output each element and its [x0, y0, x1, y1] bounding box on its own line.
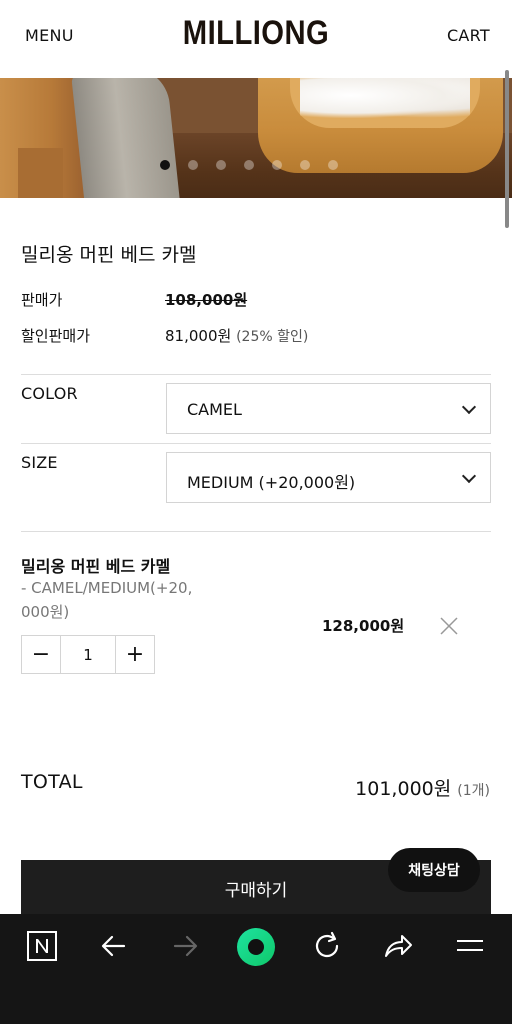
total-label: TOTAL [21, 771, 83, 793]
decrease-button[interactable]: − [22, 636, 60, 673]
carousel-dot[interactable] [160, 160, 170, 170]
chevron-down-icon [461, 468, 477, 484]
discount-rate: (25% 할인) [236, 329, 309, 345]
price-row: 판매가 108,000원 [21, 289, 491, 309]
share-icon[interactable] [382, 930, 414, 962]
selected-item-option: - CAMEL/MEDIUM(+20, 000원) [21, 576, 221, 624]
back-icon[interactable] [98, 930, 130, 962]
divider [21, 374, 491, 375]
total-value: 101,000원 (1개) [355, 774, 490, 801]
chevron-down-icon [461, 399, 477, 415]
size-label: SIZE [21, 453, 58, 472]
hamburger-icon[interactable] [454, 930, 486, 962]
quantity-stepper: − 1 + [21, 635, 155, 674]
product-image-carousel[interactable] [0, 78, 512, 198]
quantity-input[interactable]: 1 [60, 636, 116, 673]
selected-item-option-line: 000원) [21, 603, 70, 621]
carousel-dot[interactable] [216, 160, 226, 170]
blanket-graphic [70, 78, 181, 198]
cart-button[interactable]: CART [447, 26, 490, 45]
carousel-dot[interactable] [300, 160, 310, 170]
price-label: 판매가 [21, 291, 63, 309]
header: MENU MILLIONG CART [0, 0, 512, 78]
color-label: COLOR [21, 384, 78, 403]
carousel-dot[interactable] [188, 160, 198, 170]
dog-graphic [300, 78, 470, 118]
carousel-indicator [160, 160, 338, 172]
logo[interactable]: MILLIONG [36, 14, 476, 53]
carousel-dot[interactable] [244, 160, 254, 170]
selected-item-option-line: - CAMEL/MEDIUM(+20, [21, 579, 193, 597]
home-icon[interactable] [236, 927, 276, 967]
color-select[interactable]: CAMEL [166, 383, 491, 434]
sale-price-label: 할인판매가 [21, 327, 91, 345]
color-select-value: CAMEL [187, 400, 242, 419]
total-price: 101,000원 [355, 778, 452, 800]
size-select-value: MEDIUM (+20,000원) [187, 473, 356, 492]
scrollbar[interactable] [505, 70, 509, 228]
close-icon [440, 617, 458, 635]
original-price: 108,000원 [165, 291, 248, 309]
product-title: 밀리옹 머핀 베드 카멜 [21, 244, 197, 266]
item-price: 128,000원 [322, 617, 405, 635]
carousel-dot[interactable] [328, 160, 338, 170]
divider [21, 531, 491, 532]
increase-button[interactable]: + [116, 636, 154, 673]
chat-consult-button[interactable]: 채팅상담 [388, 848, 480, 892]
browser-navbar [0, 914, 512, 1024]
refresh-icon[interactable] [311, 930, 343, 962]
divider [21, 443, 491, 444]
forward-icon[interactable] [169, 930, 201, 962]
furniture-leg-graphic [18, 148, 63, 198]
naver-icon[interactable] [26, 930, 58, 962]
total-count: (1개) [457, 783, 490, 799]
selected-item-name: 밀리옹 머핀 베드 카멜 [21, 557, 171, 576]
sale-price: 81,000원 [165, 327, 232, 345]
sale-price-row: 할인판매가 81,000원 (25% 할인) [21, 325, 491, 345]
sale-price-value: 81,000원 (25% 할인) [165, 325, 308, 346]
remove-item-button[interactable] [438, 615, 460, 637]
carousel-dot[interactable] [272, 160, 282, 170]
size-select[interactable]: MEDIUM (+20,000원) [166, 452, 491, 503]
